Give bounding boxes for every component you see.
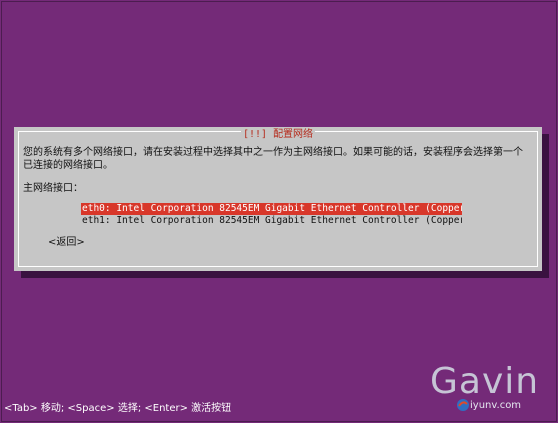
- primary-interface-label: 主网络接口：: [23, 183, 83, 194]
- dialog-title-prefix: [!!]: [242, 129, 268, 140]
- key-help-status-bar: <Tab> 移动; <Space> 选择; <Enter> 激活按钮: [4, 403, 232, 414]
- interface-item-eth0[interactable]: eth0: Intel Corporation 82545EM Gigabit …: [81, 203, 462, 215]
- watermark-logo-icon: [457, 399, 469, 411]
- configure-network-dialog: [!!] 配置网络 您的系统有多个网络接口，请在安装过程中选择其中之一作为主网络…: [14, 127, 542, 271]
- back-button[interactable]: <返回>: [48, 236, 85, 249]
- watermark-site: iyunv.com: [470, 400, 522, 411]
- dialog-title-text: 配置网络: [273, 129, 314, 140]
- interface-list: eth0: Intel Corporation 82545EM Gigabit …: [81, 203, 462, 227]
- interface-item-eth1[interactable]: eth1: Intel Corporation 82545EM Gigabit …: [81, 215, 462, 227]
- dialog-description: 您的系统有多个网络接口，请在安装过程中选择其中之一作为主网络接口。如果可能的话，…: [23, 147, 523, 171]
- watermark-text: Gavin: [430, 361, 540, 402]
- watermark: Gavin iyunv.com: [426, 360, 556, 420]
- dialog-title: [!!] 配置网络: [240, 129, 316, 141]
